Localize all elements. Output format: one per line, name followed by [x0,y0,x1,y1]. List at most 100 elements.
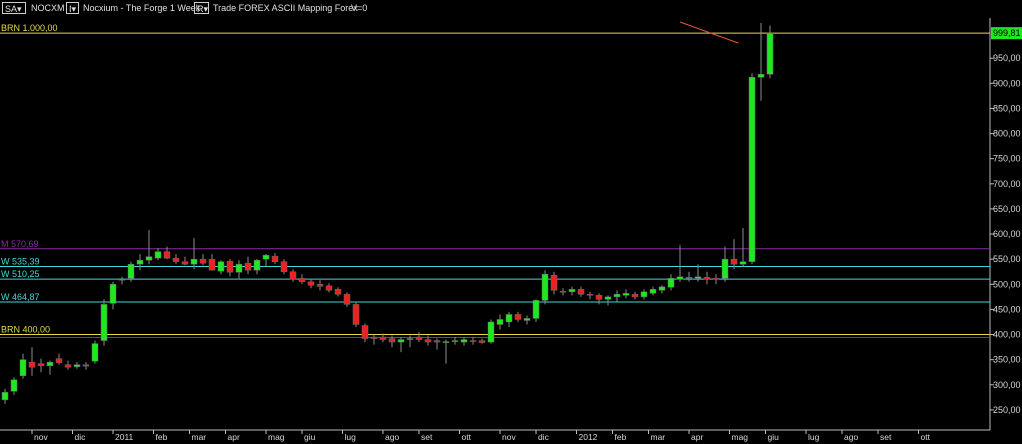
candle-body [1,392,9,401]
x-tick-label: nov [34,432,48,442]
x-tick-label: feb [615,432,627,442]
x-tick-label: apr [228,432,240,442]
x-tick-label: mag [732,432,749,442]
candle-body [379,336,387,340]
candle-body [568,289,576,293]
candle-body [676,276,684,280]
candle-body [514,314,522,320]
candle-body [613,294,621,298]
trendline[interactable] [679,21,739,44]
candle-body [82,364,90,367]
x-tick-label: set [421,432,433,442]
candle-body [712,278,720,280]
candle-body [262,254,270,260]
x-tick-label: nov [502,432,516,442]
candle-body [28,361,36,368]
candle-body [577,289,585,295]
y-tick-label: 450,00 [993,304,1021,314]
candle-body [370,336,378,339]
candle-body [307,281,315,286]
y-tick-label: 800,00 [993,129,1021,139]
x-tick-label: 2012 [579,432,598,442]
candle-body [127,263,135,279]
candle-body [631,294,639,298]
candle-body [55,358,63,363]
candle-body [559,291,567,293]
y-tick-label: 950,00 [993,53,1021,63]
candle-body [721,258,729,279]
y-tick-label: 250,00 [993,405,1021,415]
level-label: BRN 1.000,00 [1,23,58,33]
x-tick-label: giu [768,432,780,442]
candle-body [586,294,594,296]
candle-body [172,257,180,262]
candle-body [541,273,549,301]
y-tick-label: 500,00 [993,279,1021,289]
level-label: W 464,87 [1,292,40,302]
x-tick-label: set [880,432,892,442]
candle-body [91,343,99,362]
y-tick-label: 700,00 [993,179,1021,189]
candle-body [208,258,216,271]
x-tick-label: ago [385,432,399,442]
candle-body [244,262,252,271]
candle-body [145,256,153,261]
y-tick-label: 900,00 [993,78,1021,88]
candle-body [388,338,396,343]
candle-body [433,340,441,343]
candle-body [343,294,351,305]
candle-body [478,340,486,343]
candle-body [10,379,18,392]
level-label: BRN 400,00 [1,325,50,335]
candle-body [217,261,225,272]
candle-body [604,296,612,300]
candle-body [19,359,27,376]
level-label: M 570,69 [1,239,39,249]
candle-body [451,340,459,342]
candle-body [181,261,189,265]
candle-body [163,251,171,259]
x-tick-label: 2011 [115,432,134,442]
candle-body [523,318,531,321]
candle-body [487,321,495,343]
candle-body [334,289,342,295]
x-tick-label: lug [808,432,820,442]
candle-body [739,261,747,265]
candle-body [298,278,306,283]
x-tick-label: mag [268,432,285,442]
candle-body [325,285,333,291]
candle-body [46,361,54,366]
candle-body [64,364,72,368]
candle-body [316,284,324,287]
y-tick-label: 600,00 [993,229,1021,239]
y-tick-label: 350,00 [993,355,1021,365]
candle-body [37,363,45,366]
candle-body [532,300,540,319]
x-tick-label: lug [345,432,357,442]
x-tick-label: ott [921,432,931,442]
candle-body [622,293,630,296]
candle-body [505,314,513,323]
candle-body [100,304,108,341]
x-tick-label: dic [538,432,550,442]
price-chart[interactable]: 250,00 300,00 350,00 400,00 450,00 500,00 550,… [0,0,1022,444]
y-tick-label: 850,00 [993,103,1021,113]
last-price-label: 999,81 [993,28,1021,38]
candle-body [190,258,198,265]
y-tick-label: 300,00 [993,380,1021,390]
candle-body [424,339,432,343]
candle-body [118,279,126,281]
candle-body [442,341,450,343]
candle-body [406,338,414,340]
candle-body [703,277,711,280]
candle-body [154,251,162,259]
x-tick-label: apr [691,432,703,442]
candle-body [460,339,468,343]
candle-body [253,259,261,271]
candle-body [361,325,369,339]
level-label: W 510,25 [1,269,40,279]
candle-body [694,276,702,279]
candle-body [136,259,144,265]
candle-body [415,336,423,340]
x-tick-label: mar [651,432,666,442]
